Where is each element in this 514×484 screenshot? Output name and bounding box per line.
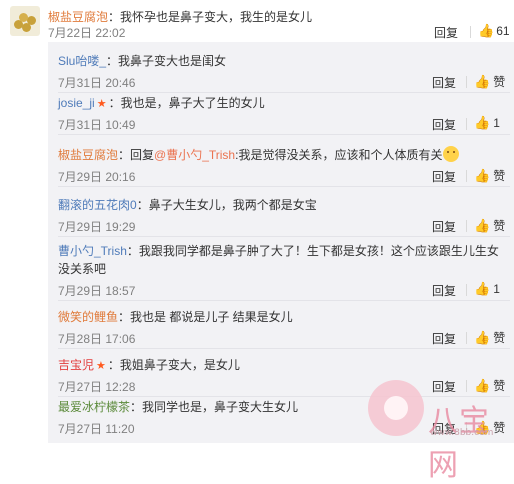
thumbs-up-icon: 👍: [474, 74, 491, 89]
reply-prefix: ：回复: [118, 148, 155, 162]
comment-date: 7月22日 22:02: [48, 26, 126, 40]
reply-text: ：我跟我同学都是鼻子肿了大了！生下都是女孩！这个应该跟生儿生女: [126, 244, 499, 258]
reply-username[interactable]: josie_ji: [58, 96, 95, 110]
like-label: 1: [493, 116, 500, 130]
reply-date: 7月27日 12:28: [58, 380, 136, 394]
reply-text: ：我也是，鼻子大了生的女儿: [108, 96, 265, 110]
star-badge-icon: ★: [96, 360, 106, 372]
reply-text: :我是觉得没关系，应该和个人体质有关: [235, 148, 443, 162]
thumbs-up-icon: 👍: [474, 115, 491, 130]
like-label: 1: [493, 282, 500, 296]
reply-button[interactable]: 回复: [432, 74, 456, 91]
reply-username[interactable]: 椒盐豆腐泡: [58, 148, 118, 162]
thumbs-up-icon: 👍: [474, 168, 491, 183]
reply-button[interactable]: 回复: [432, 282, 456, 299]
reply-text: ：我姐鼻子变大，是女儿: [107, 358, 240, 372]
main-comment: 椒盐豆腐泡：我怀孕也是鼻子变大，我生的是女儿 7月22日 22:02 回复 👍 6…: [0, 0, 514, 42]
like-label: 赞: [493, 331, 506, 345]
reply-text: ：我鼻子变大也是闺女: [106, 54, 227, 68]
reply-username[interactable]: 吉宝児: [58, 358, 94, 372]
like-button[interactable]: 👍 赞: [474, 167, 505, 184]
mention-link[interactable]: @曹小勺_Trish: [154, 148, 235, 162]
reply-username[interactable]: Slu咍喽_: [58, 54, 106, 68]
thumbs-up-icon: 👍: [474, 218, 491, 233]
reply-text: ：我同学也是，鼻子变大生女儿: [130, 400, 299, 414]
reply-button[interactable]: 回复: [432, 116, 456, 133]
like-button[interactable]: 👍 赞: [474, 329, 505, 346]
avatar[interactable]: [10, 6, 40, 36]
reply-date: 7月27日 11:20: [58, 422, 135, 436]
smile-emoji-icon: [443, 146, 460, 162]
reply-username[interactable]: 最爱冰柠檬茶: [58, 400, 130, 414]
reply-text: ：我也是 都说是儿子 结果是女儿: [118, 310, 293, 324]
reply-button[interactable]: 回复: [434, 24, 458, 41]
star-badge-icon: ★: [96, 98, 107, 110]
like-button[interactable]: 👍 1: [474, 281, 500, 297]
reply-text: ：鼻子大生女儿，我两个都是女宝: [136, 198, 317, 212]
watermark: 八宝网 www.8bb.com: [368, 380, 514, 483]
reply-date: 7月31日 20:46: [58, 76, 136, 90]
thumbs-up-icon: 👍: [474, 330, 491, 345]
like-label: 赞: [493, 75, 506, 89]
reply-date: 7月29日 19:29: [58, 220, 136, 234]
comment-username[interactable]: 椒盐豆腐泡: [48, 10, 108, 24]
watermark-text: 八宝网: [428, 404, 490, 483]
reply-text-continued: 没关系吧: [58, 262, 107, 276]
reply-button[interactable]: 回复: [432, 330, 456, 347]
reply-username[interactable]: 翻滚的五花肉0: [58, 198, 137, 212]
reply-date: 7月29日 18:57: [58, 284, 136, 298]
reply-button[interactable]: 回复: [432, 168, 456, 185]
like-button[interactable]: 👍 赞: [474, 217, 505, 234]
reply-date: 7月28日 17:06: [58, 332, 136, 346]
like-label: 赞: [493, 219, 506, 233]
like-button[interactable]: 👍 1: [474, 115, 500, 131]
thumbs-up-icon: 👍: [474, 281, 491, 296]
reply-username[interactable]: 微笑的鲤鱼: [58, 310, 118, 324]
thumbs-up-icon: 👍: [478, 23, 495, 38]
reply-button[interactable]: 回复: [432, 218, 456, 235]
like-label: 赞: [493, 169, 506, 183]
reply-date: 7月29日 20:16: [58, 170, 136, 184]
watermark-url: www.8bb.com: [430, 428, 494, 438]
like-button[interactable]: 👍 61: [478, 23, 510, 39]
like-count: 61: [496, 24, 510, 38]
comment-text: ：我怀孕也是鼻子变大，我生的是女儿: [108, 10, 313, 24]
like-button[interactable]: 👍 赞: [474, 73, 505, 90]
reply-username[interactable]: 曹小勺_Trish: [58, 244, 127, 258]
replies-panel: Slu咍喽_：我鼻子变大也是闺女 7月31日 20:46 回复 👍 赞 josie_ji ★…: [48, 42, 514, 443]
reply-date: 7月31日 10:49: [58, 118, 136, 132]
